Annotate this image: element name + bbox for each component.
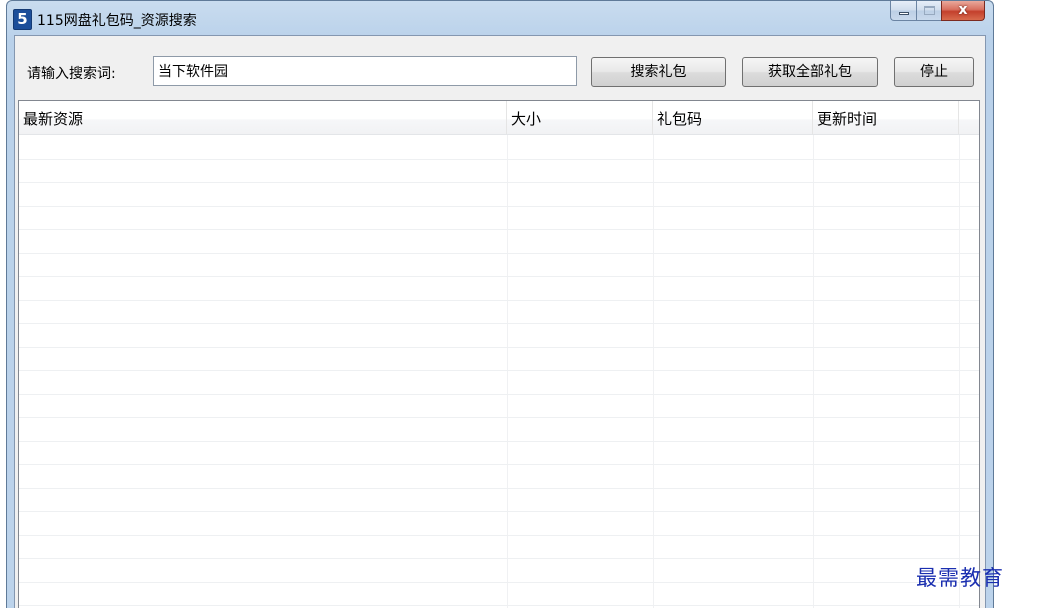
row-gridline: [19, 417, 979, 418]
list-rows: [19, 135, 979, 608]
row-gridline: [19, 229, 979, 230]
row-gridline: [19, 511, 979, 512]
column-header-size[interactable]: 大小: [507, 101, 653, 134]
search-toolbar: 请输入搜索词: 搜索礼包 获取全部礼包 停止: [15, 36, 985, 96]
title-bar[interactable]: 5 115网盘礼包码_资源搜索 x: [7, 1, 993, 33]
row-gridline: [19, 323, 979, 324]
row-gridline: [19, 488, 979, 489]
column-header-latest-resource[interactable]: 最新资源: [19, 101, 507, 134]
column-header-gift-code[interactable]: 礼包码: [653, 101, 813, 134]
column-header-update-time[interactable]: 更新时间: [813, 101, 959, 134]
search-label: 请输入搜索词:: [27, 66, 116, 82]
row-gridline: [19, 394, 979, 395]
list-header: 最新资源 大小 礼包码 更新时间: [19, 101, 979, 135]
app-window: 5 115网盘礼包码_资源搜索 x 请输入搜索词: 搜索礼包 获取全部礼包: [6, 0, 994, 608]
row-gridline: [19, 370, 979, 371]
row-gridline: [19, 464, 979, 465]
window-title: 115网盘礼包码_资源搜索: [37, 13, 197, 29]
row-gridline: [19, 300, 979, 301]
row-gridline: [19, 206, 979, 207]
search-input[interactable]: [153, 56, 577, 86]
minimize-icon: [899, 12, 909, 15]
row-gridline: [19, 441, 979, 442]
column-header-filler: [959, 101, 979, 134]
results-list[interactable]: 最新资源 大小 礼包码 更新时间: [18, 100, 980, 608]
row-gridline: [19, 535, 979, 536]
client-area: 请输入搜索词: 搜索礼包 获取全部礼包 停止 最新资源 大小 礼包码 更新时间: [14, 35, 986, 608]
maximize-button: [916, 1, 941, 21]
row-gridline: [19, 605, 979, 606]
row-gridline: [19, 582, 979, 583]
caption-buttons: x: [890, 1, 985, 21]
app-icon[interactable]: 5: [13, 9, 32, 30]
screen: 5 115网盘礼包码_资源搜索 x 请输入搜索词: 搜索礼包 获取全部礼包: [0, 0, 1039, 608]
stop-button[interactable]: 停止: [894, 57, 974, 87]
row-gridline: [19, 347, 979, 348]
close-icon: x: [958, 2, 968, 18]
row-gridline: [19, 182, 979, 183]
minimize-button[interactable]: [890, 1, 916, 21]
row-gridline: [19, 558, 979, 559]
watermark-text: 最需教育: [916, 566, 1004, 590]
row-gridline: [19, 159, 979, 160]
close-button[interactable]: x: [941, 1, 985, 21]
search-gift-button[interactable]: 搜索礼包: [591, 57, 726, 87]
maximize-icon: [924, 6, 935, 15]
row-gridline: [19, 253, 979, 254]
get-all-gifts-button[interactable]: 获取全部礼包: [742, 57, 878, 87]
row-gridline: [19, 276, 979, 277]
